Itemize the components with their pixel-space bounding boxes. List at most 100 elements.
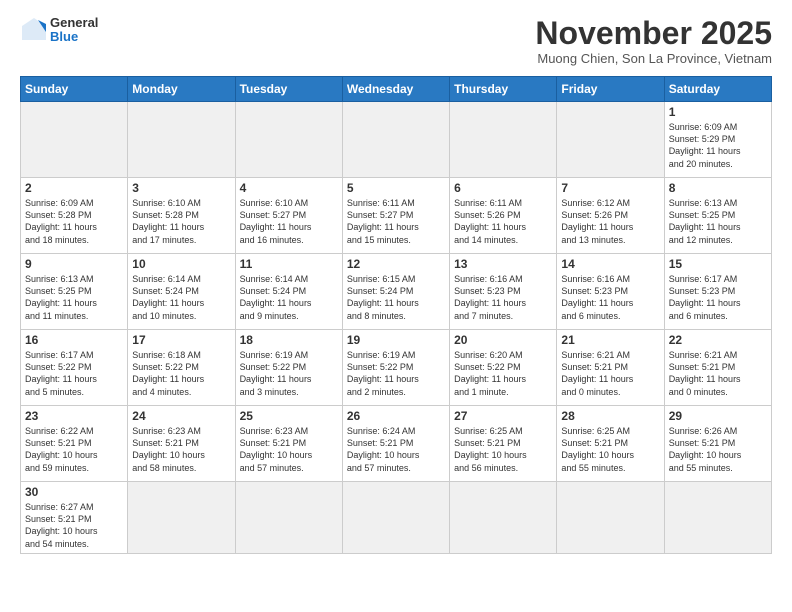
weekday-header: Wednesday	[342, 77, 449, 102]
calendar-cell	[557, 102, 664, 178]
calendar-cell: 12 Sunrise: 6:15 AM Sunset: 5:24 PM Dayli…	[342, 254, 449, 330]
day-info: Sunrise: 6:22 AM Sunset: 5:21 PM Dayligh…	[25, 425, 123, 474]
calendar-cell	[128, 102, 235, 178]
day-number: 12	[347, 257, 445, 271]
weekday-header: Saturday	[664, 77, 771, 102]
calendar-cell	[21, 102, 128, 178]
day-number: 20	[454, 333, 552, 347]
day-number: 13	[454, 257, 552, 271]
calendar-cell: 3 Sunrise: 6:10 AM Sunset: 5:28 PM Daylig…	[128, 178, 235, 254]
calendar-cell: 26 Sunrise: 6:24 AM Sunset: 5:21 PM Dayli…	[342, 406, 449, 482]
calendar-week: 2Sunrise: 6:09 AM Sunset: 5:28 PM Daylig…	[21, 178, 772, 254]
day-info: Sunrise: 6:18 AM Sunset: 5:22 PM Dayligh…	[132, 349, 230, 398]
title-block: November 2025 Muong Chien, Son La Provin…	[535, 16, 772, 66]
day-number: 30	[25, 485, 123, 499]
day-info: Sunrise: 6:11 AM Sunset: 5:27 PM Dayligh…	[347, 197, 445, 246]
weekday-header: Monday	[128, 77, 235, 102]
day-number: 27	[454, 409, 552, 423]
day-info: Sunrise: 6:23 AM Sunset: 5:21 PM Dayligh…	[132, 425, 230, 474]
calendar-week: 23 Sunrise: 6:22 AM Sunset: 5:21 PM Dayli…	[21, 406, 772, 482]
day-number: 14	[561, 257, 659, 271]
calendar-cell	[664, 482, 771, 554]
day-number: 26	[347, 409, 445, 423]
weekday-header: Friday	[557, 77, 664, 102]
day-info: Sunrise: 6:19 AM Sunset: 5:22 PM Dayligh…	[240, 349, 338, 398]
day-number: 22	[669, 333, 767, 347]
calendar-cell: 21Sunrise: 6:21 AM Sunset: 5:21 PM Dayli…	[557, 330, 664, 406]
day-info: Sunrise: 6:15 AM Sunset: 5:24 PM Dayligh…	[347, 273, 445, 322]
calendar-cell: 15 Sunrise: 6:17 AM Sunset: 5:23 PM Dayli…	[664, 254, 771, 330]
calendar-cell: 4Sunrise: 6:10 AM Sunset: 5:27 PM Daylig…	[235, 178, 342, 254]
calendar-cell: 24 Sunrise: 6:23 AM Sunset: 5:21 PM Dayli…	[128, 406, 235, 482]
day-info: Sunrise: 6:16 AM Sunset: 5:23 PM Dayligh…	[561, 273, 659, 322]
day-info: Sunrise: 6:23 AM Sunset: 5:21 PM Dayligh…	[240, 425, 338, 474]
calendar-cell: 13 Sunrise: 6:16 AM Sunset: 5:23 PM Dayli…	[450, 254, 557, 330]
day-number: 5	[347, 181, 445, 195]
calendar-cell: 9 Sunrise: 6:13 AM Sunset: 5:25 PM Daylig…	[21, 254, 128, 330]
calendar-week: 30Sunrise: 6:27 AM Sunset: 5:21 PM Dayli…	[21, 482, 772, 554]
day-number: 18	[240, 333, 338, 347]
calendar-cell: 7 Sunrise: 6:12 AM Sunset: 5:26 PM Daylig…	[557, 178, 664, 254]
day-info: Sunrise: 6:10 AM Sunset: 5:28 PM Dayligh…	[132, 197, 230, 246]
logo-svg	[20, 16, 48, 44]
day-number: 10	[132, 257, 230, 271]
calendar-cell: 19Sunrise: 6:19 AM Sunset: 5:22 PM Dayli…	[342, 330, 449, 406]
calendar-cell	[450, 482, 557, 554]
day-number: 23	[25, 409, 123, 423]
day-number: 4	[240, 181, 338, 195]
day-info: Sunrise: 6:16 AM Sunset: 5:23 PM Dayligh…	[454, 273, 552, 322]
calendar-cell: 18 Sunrise: 6:19 AM Sunset: 5:22 PM Dayli…	[235, 330, 342, 406]
day-number: 21	[561, 333, 659, 347]
weekday-header: Thursday	[450, 77, 557, 102]
weekday-header: Sunday	[21, 77, 128, 102]
day-number: 24	[132, 409, 230, 423]
calendar-cell	[342, 102, 449, 178]
day-number: 15	[669, 257, 767, 271]
day-number: 1	[669, 105, 767, 119]
weekday-header: Tuesday	[235, 77, 342, 102]
location-subtitle: Muong Chien, Son La Province, Vietnam	[535, 51, 772, 66]
day-info: Sunrise: 6:26 AM Sunset: 5:21 PM Dayligh…	[669, 425, 767, 474]
calendar-cell: 5 Sunrise: 6:11 AM Sunset: 5:27 PM Daylig…	[342, 178, 449, 254]
day-info: Sunrise: 6:11 AM Sunset: 5:26 PM Dayligh…	[454, 197, 552, 246]
day-number: 25	[240, 409, 338, 423]
calendar-cell: 2Sunrise: 6:09 AM Sunset: 5:28 PM Daylig…	[21, 178, 128, 254]
day-number: 8	[669, 181, 767, 195]
calendar-cell	[450, 102, 557, 178]
calendar-week: 16 Sunrise: 6:17 AM Sunset: 5:22 PM Dayli…	[21, 330, 772, 406]
day-info: Sunrise: 6:13 AM Sunset: 5:25 PM Dayligh…	[25, 273, 123, 322]
calendar-cell: 17Sunrise: 6:18 AM Sunset: 5:22 PM Dayli…	[128, 330, 235, 406]
calendar-cell: 16 Sunrise: 6:17 AM Sunset: 5:22 PM Dayli…	[21, 330, 128, 406]
calendar-cell: 8 Sunrise: 6:13 AM Sunset: 5:25 PM Daylig…	[664, 178, 771, 254]
calendar-cell: 27Sunrise: 6:25 AM Sunset: 5:21 PM Dayli…	[450, 406, 557, 482]
day-number: 6	[454, 181, 552, 195]
calendar-cell	[235, 482, 342, 554]
day-info: Sunrise: 6:14 AM Sunset: 5:24 PM Dayligh…	[240, 273, 338, 322]
calendar-week: 1Sunrise: 6:09 AM Sunset: 5:29 PM Daylig…	[21, 102, 772, 178]
header: General Blue November 2025 Muong Chien, …	[20, 16, 772, 66]
calendar-cell: 25 Sunrise: 6:23 AM Sunset: 5:21 PM Dayli…	[235, 406, 342, 482]
calendar-cell: 10 Sunrise: 6:14 AM Sunset: 5:24 PM Dayli…	[128, 254, 235, 330]
day-number: 9	[25, 257, 123, 271]
page: General Blue November 2025 Muong Chien, …	[0, 0, 792, 564]
logo-container: General Blue	[20, 16, 98, 45]
day-number: 3	[132, 181, 230, 195]
day-info: Sunrise: 6:17 AM Sunset: 5:23 PM Dayligh…	[669, 273, 767, 322]
calendar-cell: 11 Sunrise: 6:14 AM Sunset: 5:24 PM Dayli…	[235, 254, 342, 330]
day-number: 2	[25, 181, 123, 195]
day-number: 16	[25, 333, 123, 347]
day-info: Sunrise: 6:13 AM Sunset: 5:25 PM Dayligh…	[669, 197, 767, 246]
day-number: 11	[240, 257, 338, 271]
calendar-cell: 20 Sunrise: 6:20 AM Sunset: 5:22 PM Dayli…	[450, 330, 557, 406]
calendar-cell: 6 Sunrise: 6:11 AM Sunset: 5:26 PM Daylig…	[450, 178, 557, 254]
day-info: Sunrise: 6:24 AM Sunset: 5:21 PM Dayligh…	[347, 425, 445, 474]
day-info: Sunrise: 6:14 AM Sunset: 5:24 PM Dayligh…	[132, 273, 230, 322]
day-info: Sunrise: 6:17 AM Sunset: 5:22 PM Dayligh…	[25, 349, 123, 398]
day-number: 29	[669, 409, 767, 423]
day-info: Sunrise: 6:20 AM Sunset: 5:22 PM Dayligh…	[454, 349, 552, 398]
day-info: Sunrise: 6:19 AM Sunset: 5:22 PM Dayligh…	[347, 349, 445, 398]
day-info: Sunrise: 6:25 AM Sunset: 5:21 PM Dayligh…	[561, 425, 659, 474]
month-title: November 2025	[535, 16, 772, 51]
day-info: Sunrise: 6:12 AM Sunset: 5:26 PM Dayligh…	[561, 197, 659, 246]
day-number: 7	[561, 181, 659, 195]
